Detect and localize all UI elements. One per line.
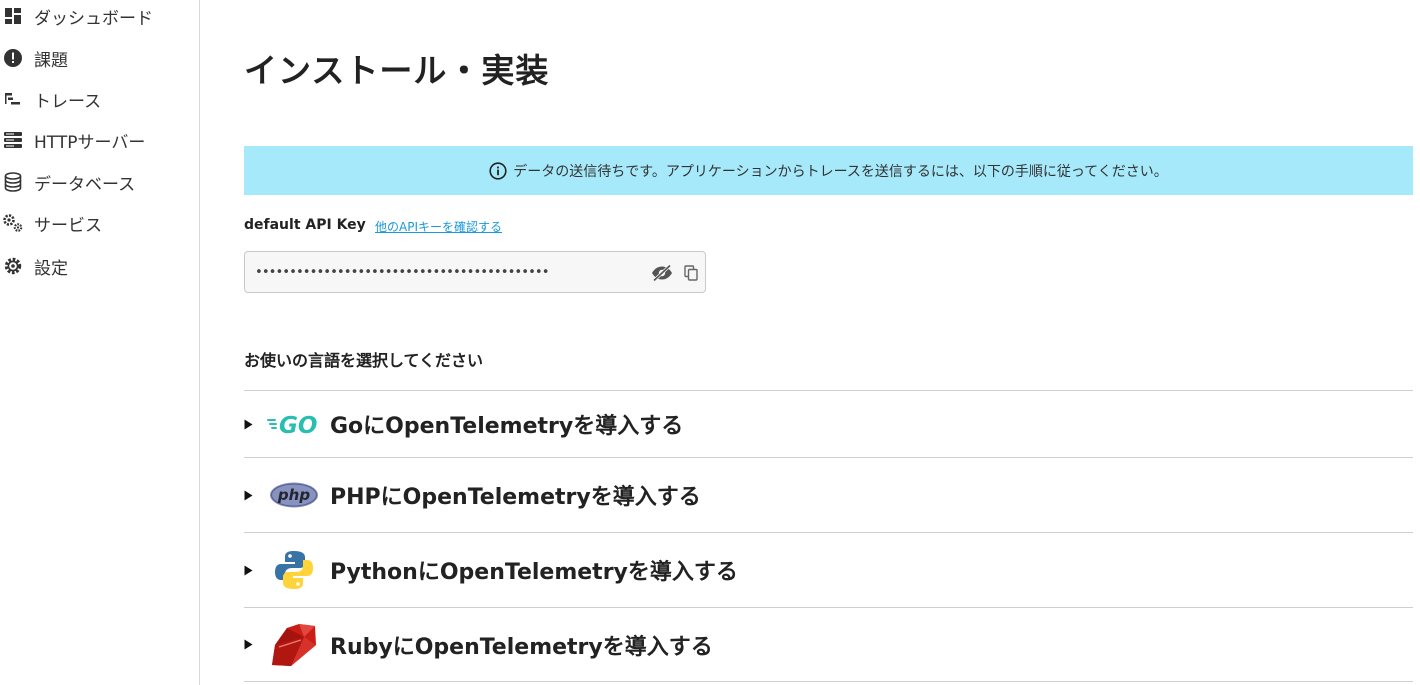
other-api-keys-link[interactable]: 他のAPIキーを確認する <box>375 218 502 235</box>
gear-icon <box>2 255 24 277</box>
server-icon <box>2 129 24 151</box>
api-key-field <box>244 251 706 293</box>
language-title: PHPにOpenTelemetryを導入する <box>330 485 701 510</box>
svg-text:GO: GO <box>279 413 317 436</box>
language-item-go[interactable]: GO GoにOpenTelemetryを導入する <box>244 390 1413 457</box>
caret-right-icon <box>244 639 254 650</box>
sidebar: ダッシュボード 課題 トレース HTTPサーバー データベース サービス 設定 <box>0 0 200 685</box>
sidebar-item-label: データベース <box>34 174 136 195</box>
sidebar-item-traces[interactable]: トレース <box>0 85 199 113</box>
php-logo-icon: php <box>266 469 322 521</box>
caret-right-icon <box>244 419 254 430</box>
language-title: PythonにOpenTelemetryを導入する <box>330 560 738 585</box>
svg-text:php: php <box>277 486 310 504</box>
sidebar-item-http-server[interactable]: HTTPサーバー <box>0 126 199 154</box>
page-title: インストール・実装 <box>244 51 550 90</box>
database-icon <box>2 171 24 193</box>
sidebar-item-label: トレース <box>34 91 102 112</box>
sidebar-item-label: 課題 <box>34 50 68 71</box>
trace-icon <box>2 88 24 110</box>
sidebar-item-label: 設定 <box>34 258 68 279</box>
language-list: GO GoにOpenTelemetryを導入する php PHPにOpenTel… <box>244 390 1413 682</box>
sidebar-item-issues[interactable]: 課題 <box>0 44 199 72</box>
language-heading: お使いの言語を選択してください <box>244 351 484 370</box>
dashboard-icon <box>2 5 24 27</box>
language-title: RubyにOpenTelemetryを導入する <box>330 634 713 660</box>
sidebar-item-label: ダッシュボード <box>34 8 153 29</box>
main-content: インストール・実装 データの送信待ちです。アプリケーションからトレースを送信する… <box>244 0 1413 685</box>
api-key-input[interactable] <box>255 262 635 282</box>
caret-right-icon <box>244 490 254 501</box>
go-logo-icon: GO <box>266 398 322 450</box>
python-logo-icon <box>266 544 322 596</box>
sidebar-item-label: HTTPサーバー <box>34 132 146 153</box>
sidebar-item-services[interactable]: サービス <box>0 209 199 237</box>
sidebar-item-label: サービス <box>34 215 102 236</box>
cogs-icon <box>2 212 24 234</box>
hide-key-icon[interactable] <box>649 262 675 284</box>
ruby-logo-icon <box>266 619 322 671</box>
sidebar-item-dashboard[interactable]: ダッシュボード <box>0 2 199 30</box>
info-banner: データの送信待ちです。アプリケーションからトレースを送信するには、以下の手順に従… <box>244 146 1413 195</box>
language-item-python[interactable]: PythonにOpenTelemetryを導入する <box>244 532 1413 607</box>
info-banner-text: データの送信待ちです。アプリケーションからトレースを送信するには、以下の手順に従… <box>513 163 1168 180</box>
language-title: GoにOpenTelemetryを導入する <box>330 414 684 439</box>
sidebar-item-settings[interactable]: 設定 <box>0 252 199 280</box>
language-item-php[interactable]: php PHPにOpenTelemetryを導入する <box>244 457 1413 532</box>
api-key-label: default API Key <box>244 217 366 233</box>
language-item-ruby[interactable]: RubyにOpenTelemetryを導入する <box>244 607 1413 682</box>
copy-icon[interactable] <box>681 262 701 284</box>
alert-icon <box>2 47 24 69</box>
caret-right-icon <box>244 565 254 576</box>
sidebar-item-database[interactable]: データベース <box>0 168 199 196</box>
info-icon <box>489 161 507 180</box>
